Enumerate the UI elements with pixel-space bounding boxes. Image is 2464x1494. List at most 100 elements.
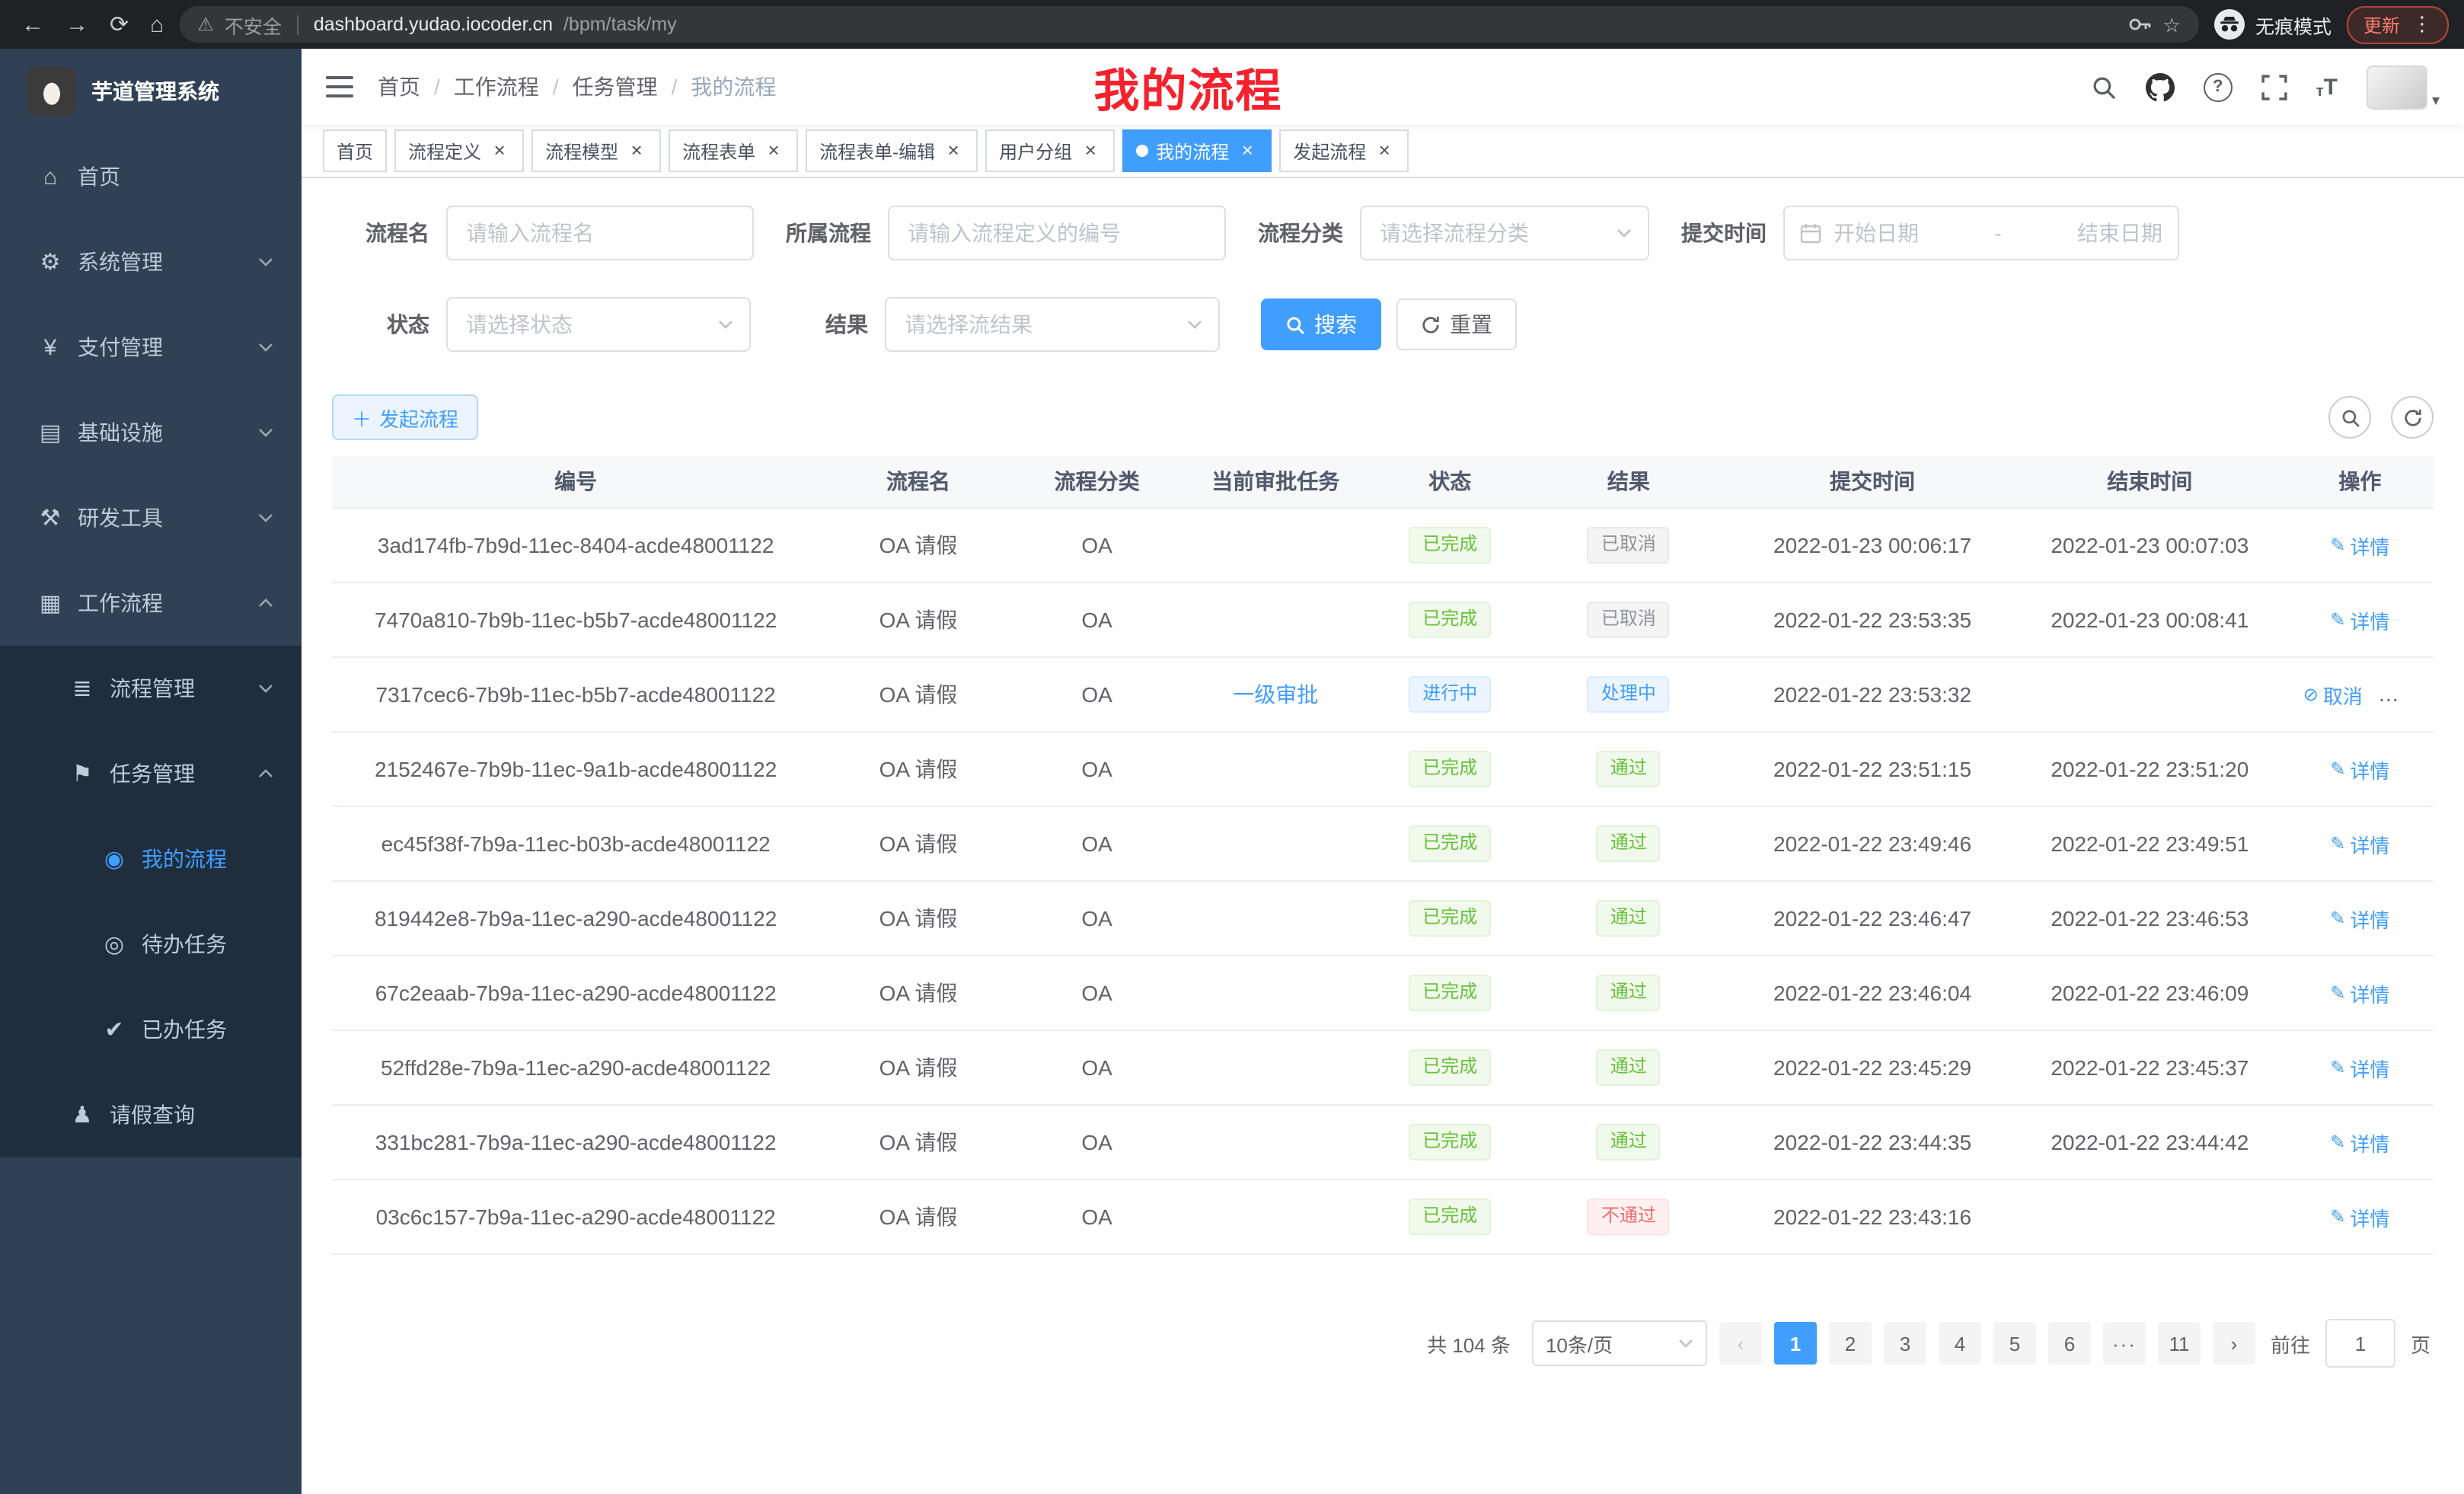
next-page-button[interactable]: › (2213, 1322, 2255, 1365)
sidebar-toggle-icon[interactable] (326, 75, 353, 99)
detail-link[interactable]: ✎详情 (2330, 829, 2389, 858)
bookmark-star-icon[interactable]: ☆ (2163, 14, 2181, 34)
tab-发起流程[interactable]: 发起流程× (1279, 129, 1409, 172)
tab-close-icon[interactable]: × (943, 140, 964, 161)
detail-link[interactable]: ✎详情 (2330, 531, 2389, 560)
tab-用户分组[interactable]: 用户分组× (985, 129, 1115, 172)
breadcrumb-item-首页[interactable]: 首页 (378, 72, 420, 102)
tab-close-icon[interactable]: × (1237, 140, 1258, 161)
owner-process-input[interactable] (888, 206, 1226, 260)
tab-close-icon[interactable]: × (1374, 140, 1395, 161)
toggle-search-icon[interactable] (2328, 396, 2371, 439)
tab-首页[interactable]: 首页 (323, 129, 387, 172)
sidebar-item-工作流程[interactable]: ▦工作流程 (0, 560, 302, 646)
table-row: 3ad174fb-7b9d-11ec-8404-acde48001122OA 请… (332, 508, 2434, 583)
tab-流程定义[interactable]: 流程定义× (394, 129, 524, 172)
status-select[interactable]: 请选择状态 (446, 297, 751, 352)
sidebar-item-label: 工作流程 (78, 588, 257, 618)
refresh-icon[interactable] (2391, 396, 2434, 439)
fullscreen-icon[interactable] (2261, 74, 2287, 100)
sidebar-item-支付管理[interactable]: ¥支付管理 (0, 305, 302, 390)
submit-time-range-picker[interactable]: 开始日期 - 结束日期 (1783, 206, 2179, 260)
status-tag: 进行中 (1409, 676, 1491, 713)
page-button-3[interactable]: 3 (1884, 1322, 1926, 1365)
page-button-11[interactable]: 11 (2158, 1322, 2201, 1365)
cell-submit-time: 2022-01-22 23:51:15 (1732, 732, 2013, 806)
tab-close-icon[interactable]: × (1080, 140, 1101, 161)
update-button[interactable]: 更新 ⋮ (2347, 5, 2449, 43)
action-label: 详情 (2350, 1202, 2389, 1231)
detail-link[interactable]: ✎详情 (2330, 1202, 2389, 1231)
leave-query-icon: ♟ (65, 1101, 99, 1128)
process-name-input[interactable] (446, 206, 754, 260)
goto-page-input[interactable] (2325, 1319, 2395, 1368)
sidebar-item-请假查询[interactable]: ♟请假查询 (0, 1072, 302, 1157)
prev-page-button[interactable]: ‹ (1719, 1322, 1762, 1365)
font-size-icon[interactable]: тT (2316, 74, 2338, 100)
help-icon[interactable]: ? (2204, 72, 2233, 101)
sidebar-item-待办任务[interactable]: ◎待办任务 (0, 902, 302, 987)
sidebar-item-首页[interactable]: ⌂首页 (0, 134, 302, 219)
github-icon[interactable] (2146, 72, 2175, 101)
table-row: 331bc281-7b9a-11ec-a290-acde48001122OA 请… (332, 1105, 2434, 1180)
tab-流程模型[interactable]: 流程模型× (531, 129, 661, 172)
url-bar[interactable]: ⚠ 不安全 dashboard.yudao.iocoder.cn/bpm/tas… (179, 6, 2199, 43)
reload-icon[interactable]: ⟳ (110, 13, 129, 36)
password-key-icon[interactable] (2128, 12, 2153, 37)
status-cell: 已完成 (1374, 806, 1526, 881)
breadcrumb-separator: / (672, 75, 678, 99)
sidebar-item-系统管理[interactable]: ⚙系统管理 (0, 219, 302, 305)
breadcrumb-item-工作流程[interactable]: 工作流程 (454, 72, 539, 102)
tab-close-icon[interactable]: × (489, 140, 510, 161)
total-count: 共 104 条 (1427, 1329, 1511, 1358)
cancel-link[interactable]: ⊘取消 (2303, 680, 2363, 709)
sidebar-item-流程管理[interactable]: ≣流程管理 (0, 646, 302, 731)
page-button-5[interactable]: 5 (1993, 1322, 2036, 1365)
table-header-row: 编号流程名流程分类当前审批任务状态结果提交时间结束时间操作 (332, 455, 2434, 508)
sidebar-item-任务管理[interactable]: ⚑任务管理 (0, 731, 302, 816)
tab-我的流程[interactable]: 我的流程× (1122, 129, 1272, 172)
breadcrumb-item-任务管理[interactable]: 任务管理 (573, 72, 658, 102)
page-button-6[interactable]: 6 (2048, 1322, 2091, 1365)
detail-link[interactable]: ✎详情 (2330, 755, 2389, 784)
tab-流程表单[interactable]: 流程表单× (669, 129, 798, 172)
detail-link[interactable]: ✎详情 (2330, 605, 2389, 634)
create-process-button[interactable]: ＋ 发起流程 (332, 394, 478, 440)
user-menu[interactable]: ▾ (2367, 65, 2440, 109)
back-icon[interactable]: ← (21, 13, 44, 36)
url-domain: dashboard.yudao.iocoder.cn (314, 14, 553, 35)
tab-close-icon[interactable]: × (626, 140, 647, 161)
chevron-down-icon (257, 684, 274, 693)
page-size-select[interactable]: 10条/页 (1532, 1320, 1707, 1366)
page-ellipsis[interactable]: ··· (2103, 1322, 2146, 1365)
cell-end-time: 2022-01-23 00:07:03 (2013, 508, 2287, 583)
result-select[interactable]: 请选择流结果 (885, 297, 1220, 352)
forward-icon[interactable]: → (65, 13, 88, 36)
sidebar-item-研发工具[interactable]: ⚒研发工具 (0, 475, 302, 560)
sidebar-item-我的流程[interactable]: ◉我的流程 (0, 816, 302, 902)
detail-link[interactable]: ✎详情 (2330, 978, 2389, 1007)
browser-home-icon[interactable]: ⌂ (150, 13, 164, 36)
tab-close-icon[interactable]: × (763, 140, 784, 161)
detail-link[interactable]: ✎详情 (2330, 904, 2389, 933)
payment-icon: ¥ (34, 334, 67, 360)
page-button-1[interactable]: 1 (1774, 1322, 1817, 1365)
page-button-2[interactable]: 2 (1829, 1322, 1872, 1365)
search-button[interactable]: 搜索 (1261, 298, 1381, 350)
current-task-link[interactable]: 一级审批 (1233, 682, 1318, 707)
category-select[interactable]: 请选择流程分类 (1360, 206, 1649, 260)
sidebar-item-label: 基础设施 (78, 417, 257, 448)
status-tag: 已完成 (1409, 527, 1491, 563)
detail-link[interactable]: ✎详情 (2330, 1053, 2389, 1082)
cell-process-name: OA 请假 (819, 583, 1017, 657)
detail-link[interactable]: ✎详情 (2330, 1128, 2389, 1157)
tab-流程表单-编辑[interactable]: 流程表单-编辑× (806, 129, 978, 172)
browser-menu-icon[interactable]: ⋮ (2412, 12, 2432, 37)
cell-process-name: OA 请假 (819, 508, 1017, 583)
reset-button[interactable]: 重置 (1396, 298, 1517, 350)
caret-down-icon: ▾ (2432, 92, 2440, 109)
search-icon[interactable] (2091, 74, 2117, 100)
sidebar-item-已办任务[interactable]: ✔已办任务 (0, 987, 302, 1072)
page-button-4[interactable]: 4 (1939, 1322, 1981, 1365)
sidebar-item-基础设施[interactable]: ▤基础设施 (0, 390, 302, 475)
